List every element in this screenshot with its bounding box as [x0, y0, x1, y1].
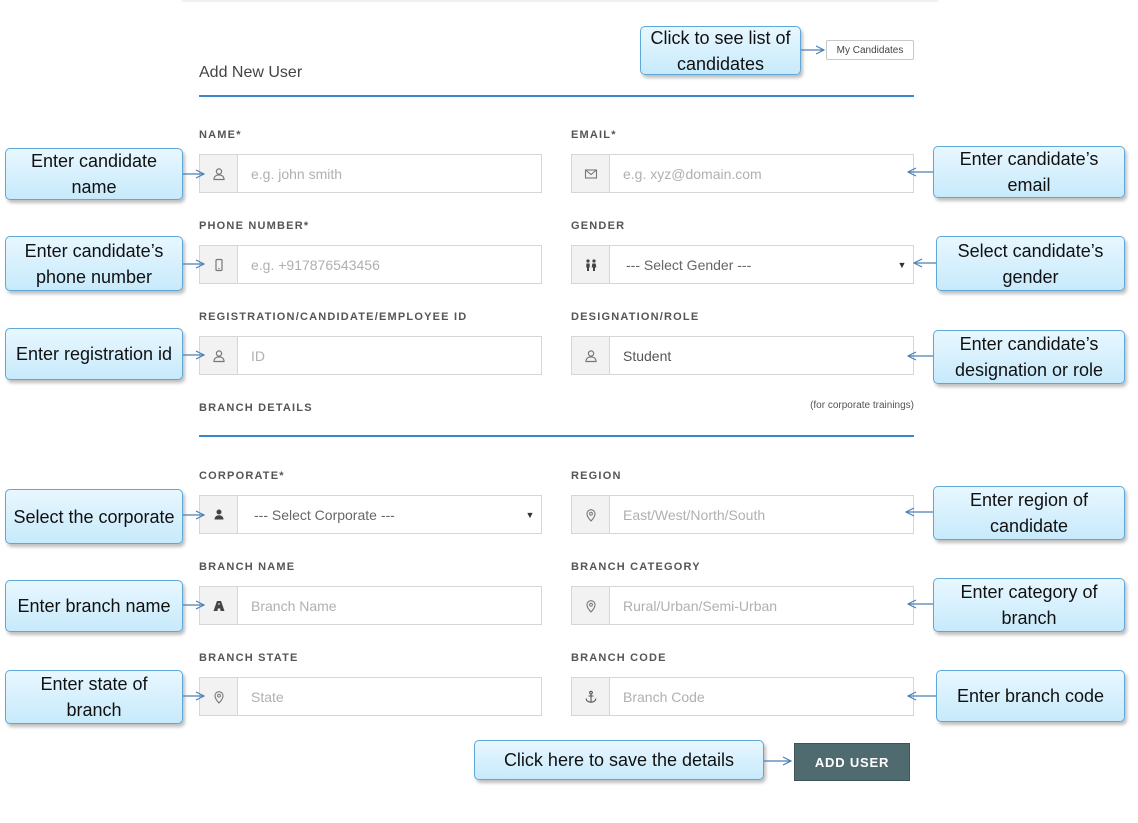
page-title: Add New User	[199, 64, 303, 81]
user-solid-icon	[200, 496, 238, 533]
email-label: EMAIL*	[571, 129, 617, 141]
name-field-group	[199, 154, 542, 193]
branch-code-field-group	[571, 677, 914, 716]
my-candidates-button[interactable]: My Candidates	[826, 40, 914, 60]
registration-id-field-group	[199, 336, 542, 375]
gender-label: GENDER	[571, 220, 626, 232]
name-input[interactable]	[238, 155, 541, 192]
location-pin-icon	[200, 678, 238, 715]
corporate-select[interactable]: --- Select Corporate --- ▼	[199, 495, 542, 534]
branch-name-input[interactable]	[238, 587, 541, 624]
region-label: REGION	[571, 470, 622, 482]
user-icon	[200, 337, 238, 374]
user-icon	[572, 337, 610, 374]
add-user-button[interactable]: ADD USER	[794, 743, 910, 781]
corporate-select-value: --- Select Corporate ---	[254, 506, 395, 523]
name-label: NAME*	[199, 129, 242, 141]
road-icon	[200, 587, 238, 624]
callout-branch-category: Enter category of branch	[933, 578, 1125, 632]
branch-category-label: BRANCH CATEGORY	[571, 561, 701, 573]
callout-branch-name: Enter branch name	[5, 580, 183, 632]
dropdown-caret-icon: ▼	[525, 509, 535, 520]
phone-field-group	[199, 245, 542, 284]
email-field-group	[571, 154, 914, 193]
callout-branch-state: Enter state of branch	[5, 670, 183, 724]
branch-state-field-group	[199, 677, 542, 716]
anchor-icon	[572, 678, 610, 715]
callout-gender: Select candidate’s gender	[936, 236, 1125, 291]
designation-field-group	[571, 336, 914, 375]
phone-input[interactable]	[238, 246, 541, 283]
location-pin-icon	[572, 496, 610, 533]
dropdown-caret-icon: ▼	[897, 259, 907, 270]
branch-state-label: BRANCH STATE	[199, 652, 299, 664]
designation-label: DESIGNATION/ROLE	[571, 311, 700, 323]
registration-id-input[interactable]	[238, 337, 541, 374]
callout-branch-code: Enter branch code	[936, 670, 1125, 722]
gender-select[interactable]: --- Select Gender --- ▼	[571, 245, 914, 284]
branch-details-note: (for corporate trainings)	[810, 400, 914, 411]
branch-details-heading: BRANCH DETAILS	[199, 402, 313, 414]
email-input[interactable]	[610, 155, 913, 192]
region-input[interactable]	[610, 496, 913, 533]
branch-code-label: BRANCH CODE	[571, 652, 667, 664]
callout-registration: Enter registration id	[5, 328, 183, 380]
people-icon	[572, 246, 610, 283]
designation-input[interactable]	[610, 337, 913, 374]
top-divider	[182, 0, 938, 2]
corporate-label: CORPORATE*	[199, 470, 285, 482]
branch-category-field-group	[571, 586, 914, 625]
location-pin-icon	[572, 587, 610, 624]
callout-name: Enter candidate name	[5, 148, 183, 200]
branch-code-input[interactable]	[610, 678, 913, 715]
callout-email: Enter candidate’s email	[933, 146, 1125, 198]
branch-section-divider	[199, 435, 914, 437]
callout-phone: Enter candidate’s phone number	[5, 236, 183, 291]
title-divider	[199, 95, 914, 97]
region-field-group	[571, 495, 914, 534]
callout-region: Enter region of candidate	[933, 486, 1125, 540]
branch-state-input[interactable]	[238, 678, 541, 715]
branch-category-input[interactable]	[610, 587, 913, 624]
callout-my-candidates: Click to see list of candidates	[640, 26, 801, 75]
phone-label: PHONE NUMBER*	[199, 220, 310, 232]
callout-save: Click here to save the details	[474, 740, 764, 780]
user-icon	[200, 155, 238, 192]
branch-name-label: BRANCH NAME	[199, 561, 296, 573]
gender-select-value: --- Select Gender ---	[626, 256, 752, 273]
registration-id-label: REGISTRATION/CANDIDATE/EMPLOYEE ID	[199, 311, 468, 323]
callout-designation: Enter candidate’s designation or role	[933, 330, 1125, 384]
envelope-icon	[572, 155, 610, 192]
mobile-icon	[200, 246, 238, 283]
callout-corporate: Select the corporate	[5, 489, 183, 544]
branch-name-field-group	[199, 586, 542, 625]
